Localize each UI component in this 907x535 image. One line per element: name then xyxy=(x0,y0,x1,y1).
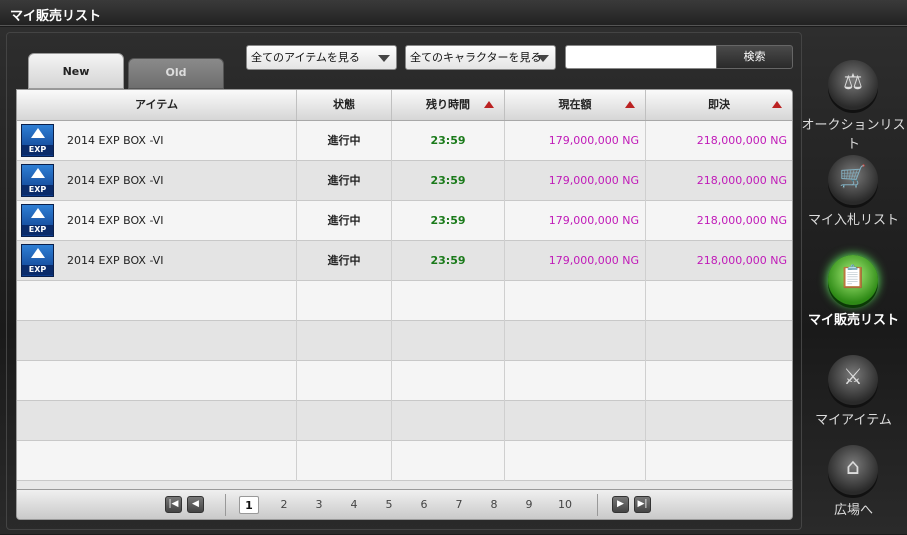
table-header: アイテム 状態 残り時間 現在額 即決 xyxy=(17,90,792,121)
page-9[interactable]: 9 xyxy=(519,496,539,514)
exp-box-icon: EXP xyxy=(21,124,54,157)
price-cell: 179,000,000 NG xyxy=(505,201,646,241)
character-filter-select[interactable]: 全てのキャラクターを見る xyxy=(405,45,556,70)
page-8[interactable]: 8 xyxy=(484,496,504,514)
item-filter-select[interactable]: 全てのアイテムを見る xyxy=(246,45,397,70)
sort-arrow-icon[interactable] xyxy=(484,101,494,108)
page-6[interactable]: 6 xyxy=(414,496,434,514)
chevron-down-icon xyxy=(537,55,549,62)
price-cell: 179,000,000 NG xyxy=(505,161,646,201)
sort-arrow-icon[interactable] xyxy=(625,101,635,108)
buyout-cell: 218,000,000 NG xyxy=(696,254,787,267)
side-item-my-bids[interactable]: 🛒 マイ入札リスト xyxy=(800,155,907,245)
tab-old[interactable]: Old xyxy=(128,58,224,89)
time-cell: 23:59 xyxy=(392,241,505,281)
empty-row xyxy=(17,321,792,361)
items-icon: ⚔ xyxy=(828,355,878,405)
page-7[interactable]: 7 xyxy=(449,496,469,514)
tab-new[interactable]: New xyxy=(28,53,124,89)
page-1[interactable]: 1 xyxy=(239,496,259,514)
empty-row xyxy=(17,441,792,481)
exp-box-icon: EXP xyxy=(21,204,54,237)
side-item-plaza[interactable]: ⌂ 広場へ xyxy=(800,445,907,535)
status-cell: 進行中 xyxy=(297,121,392,161)
time-cell: 23:59 xyxy=(392,121,505,161)
table-row[interactable]: EXP 2014 EXP BOX -VI 進行中 23:59 179,000,0… xyxy=(17,201,792,241)
page-2[interactable]: 2 xyxy=(274,496,294,514)
window-title: マイ販売リスト xyxy=(10,9,102,24)
col-status: 状態 xyxy=(297,90,392,120)
status-cell: 進行中 xyxy=(297,161,392,201)
status-cell: 進行中 xyxy=(297,201,392,241)
item-name: 2014 EXP BOX -VI xyxy=(67,134,164,147)
side-item-my-sales[interactable]: 📋 マイ販売リスト xyxy=(800,255,907,345)
status-cell: 進行中 xyxy=(297,241,392,281)
title-bar: マイ販売リスト xyxy=(0,0,907,26)
time-cell: 23:59 xyxy=(392,161,505,201)
col-time-label: 残り時間 xyxy=(426,98,470,111)
buyout-cell: 218,000,000 NG xyxy=(696,214,787,227)
first-page-icon[interactable]: |◀ xyxy=(165,496,182,513)
col-buyout-label: 即決 xyxy=(708,98,730,111)
price-cell: 179,000,000 NG xyxy=(505,241,646,281)
page-3[interactable]: 3 xyxy=(309,496,329,514)
search-button[interactable]: 検索 xyxy=(716,45,793,69)
item-cell: EXP 2014 EXP BOX -VI xyxy=(17,201,297,241)
buyout-cell: 218,000,000 NG xyxy=(696,174,787,187)
side-item-label: マイ入札リスト xyxy=(807,213,899,228)
col-item: アイテム xyxy=(17,90,297,120)
table-row[interactable]: EXP 2014 EXP BOX -VI 進行中 23:59 179,000,0… xyxy=(17,241,792,281)
item-name: 2014 EXP BOX -VI xyxy=(67,174,164,187)
prev-page-icon[interactable]: ◀ xyxy=(187,496,204,513)
pagination: |◀ ◀ 1 2 3 4 5 6 7 8 9 10 ▶ ▶| xyxy=(17,489,792,519)
character-filter-value: 全てのキャラクターを見る xyxy=(410,51,542,64)
chevron-down-icon xyxy=(378,55,390,62)
search-input[interactable] xyxy=(565,45,717,69)
item-name: 2014 EXP BOX -VI xyxy=(67,254,164,267)
auction-icon: ⚖ xyxy=(828,60,878,110)
side-item-label: マイアイテム xyxy=(815,413,892,428)
col-price-label: 現在額 xyxy=(558,98,592,111)
col-time-header[interactable]: 残り時間 xyxy=(392,90,505,120)
plaza-icon: ⌂ xyxy=(828,445,878,495)
price-cell: 179,000,000 NG xyxy=(505,121,646,161)
buyout-cell: 218,000,000 NG xyxy=(696,134,787,147)
table-row[interactable]: EXP 2014 EXP BOX -VI 進行中 23:59 179,000,0… xyxy=(17,121,792,161)
item-cell: EXP 2014 EXP BOX -VI xyxy=(17,161,297,201)
page-4[interactable]: 4 xyxy=(344,496,364,514)
empty-row xyxy=(17,361,792,401)
item-filter-value: 全てのアイテムを見る xyxy=(251,51,360,64)
page-10[interactable]: 10 xyxy=(555,496,575,514)
next-page-icon[interactable]: ▶ xyxy=(612,496,629,513)
item-cell: EXP 2014 EXP BOX -VI xyxy=(17,121,297,161)
page-5[interactable]: 5 xyxy=(379,496,399,514)
clipboard-icon: 📋 xyxy=(828,255,878,305)
last-page-icon[interactable]: ▶| xyxy=(634,496,651,513)
table-body: EXP 2014 EXP BOX -VI 進行中 23:59 179,000,0… xyxy=(17,121,792,481)
exp-box-icon: EXP xyxy=(21,244,54,277)
item-name: 2014 EXP BOX -VI xyxy=(67,214,164,227)
col-price-header[interactable]: 現在額 xyxy=(505,90,646,120)
side-item-label: マイ販売リスト xyxy=(807,313,899,328)
side-item-my-items[interactable]: ⚔ マイアイテム xyxy=(800,355,907,445)
side-item-label: 広場へ xyxy=(833,503,873,518)
col-buyout-header[interactable]: 即決 xyxy=(646,90,792,120)
exp-box-icon: EXP xyxy=(21,164,54,197)
time-cell: 23:59 xyxy=(392,201,505,241)
side-item-label: オークションリスト xyxy=(801,118,906,152)
empty-row xyxy=(17,281,792,321)
sales-table: アイテム 状態 残り時間 現在額 即決 EXP 2014 EXP BOX -VI… xyxy=(16,89,793,520)
item-cell: EXP 2014 EXP BOX -VI xyxy=(17,241,297,281)
cart-icon: 🛒 xyxy=(828,155,878,205)
empty-row xyxy=(17,401,792,441)
side-item-auction-list[interactable]: ⚖ オークションリスト xyxy=(800,60,907,152)
sort-arrow-icon[interactable] xyxy=(772,101,782,108)
table-row[interactable]: EXP 2014 EXP BOX -VI 進行中 23:59 179,000,0… xyxy=(17,161,792,201)
